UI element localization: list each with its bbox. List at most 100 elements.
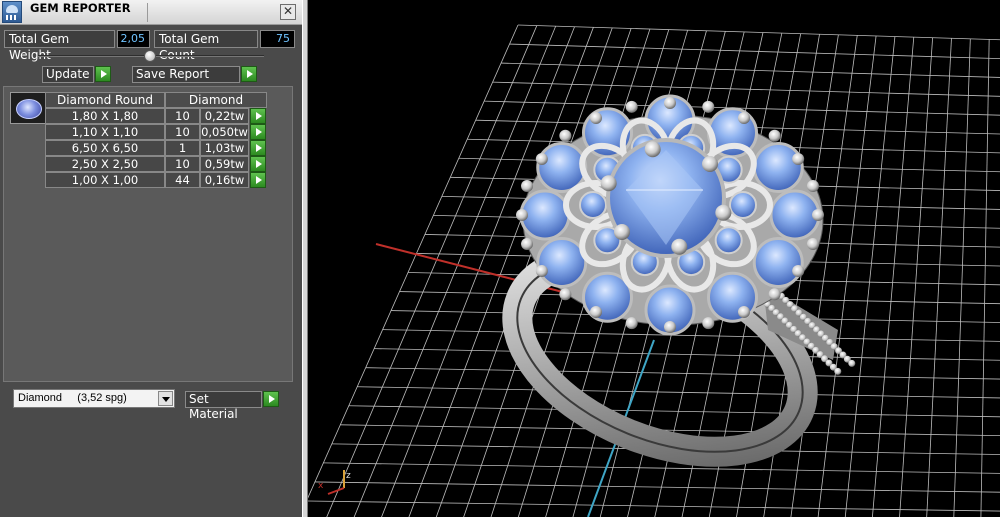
update-button[interactable]: Update — [42, 66, 94, 83]
gem-count-cell: 44 — [165, 172, 200, 188]
close-icon[interactable]: ✕ — [280, 4, 296, 20]
grid-line — [348, 405, 1000, 418]
prong-bead — [590, 305, 602, 318]
grid-line — [357, 386, 1000, 399]
gem-size-cell: 2,50 X 2,50 — [45, 156, 165, 172]
total-gem-count-value: 75 — [260, 30, 295, 48]
gem-thumbnail-icon[interactable] — [10, 92, 46, 124]
3d-viewport[interactable]: z x — [308, 0, 1000, 517]
grid-line — [382, 329, 1000, 342]
table-row[interactable]: 1,80 X 1,80 10 0,22tw — [45, 108, 267, 124]
play-arrow-icon[interactable] — [250, 108, 266, 124]
gem-weight-cell: 0,22tw — [200, 108, 249, 124]
prong-bead — [559, 288, 572, 301]
prong-bead — [812, 209, 824, 221]
side-gem — [769, 189, 821, 241]
gem-count-cell: 10 — [165, 108, 200, 124]
grid-line — [492, 81, 1000, 97]
side-gem — [752, 237, 804, 288]
gem-size-cell: 1,10 X 1,10 — [45, 124, 165, 140]
prong-bead — [625, 317, 638, 330]
side-gem — [752, 142, 804, 193]
gem-size-cell: 6,50 X 6,50 — [45, 140, 165, 156]
gem-weight-cell: 0,59tw — [200, 156, 249, 172]
prong-bead — [806, 237, 819, 250]
center-prong — [644, 141, 661, 158]
size-slider-thumb[interactable] — [144, 50, 156, 62]
play-arrow-icon[interactable] — [250, 124, 266, 140]
table-row[interactable]: 1,10 X 1,10 10 0,050tw — [45, 124, 267, 140]
prong-bead — [768, 129, 781, 142]
grid-line — [314, 481, 1000, 493]
petal-gem — [729, 191, 757, 219]
prong-bead — [664, 97, 676, 109]
play-arrow-icon[interactable] — [263, 391, 279, 407]
prong-bead — [535, 153, 548, 165]
total-gem-weight-value: 2,05 — [117, 30, 150, 48]
gem-size-cell: 1,80 X 1,80 — [45, 108, 165, 124]
prong-bead — [521, 237, 534, 250]
play-arrow-icon[interactable] — [250, 156, 266, 172]
gem-weight-cell: 0,16tw — [200, 172, 249, 188]
table-row[interactable]: 2,50 X 2,50 10 0,59tw — [45, 156, 267, 172]
app-icon — [2, 1, 22, 23]
z-axis-label: z — [346, 471, 351, 481]
gem-count-cell: 10 — [165, 124, 200, 140]
center-prong — [715, 204, 732, 221]
x-axis-label: x — [318, 481, 324, 491]
window-title: GEM REPORTER — [30, 1, 131, 15]
table-row[interactable]: 1,00 X 1,00 44 0,16tw — [45, 172, 267, 188]
grid-line — [899, 37, 934, 517]
grid-line — [872, 37, 915, 517]
grid-line — [501, 62, 1000, 78]
grid-line — [365, 367, 1000, 380]
prong-bead — [806, 180, 819, 193]
grid-line — [926, 38, 952, 517]
grid-line — [326, 25, 538, 517]
center-prong — [671, 238, 688, 255]
side-gem — [536, 237, 588, 288]
band-bead — [848, 359, 856, 367]
prong-bead — [521, 180, 534, 193]
viewport-scene: z x — [308, 24, 1000, 517]
grid-line — [374, 348, 1000, 361]
ring-model — [502, 94, 856, 467]
column-header-shape: Diamond Round — [45, 92, 165, 108]
title-separator — [147, 3, 148, 22]
total-gem-count-label: Total Gem Count — [154, 30, 258, 62]
petal-gem — [579, 191, 607, 219]
prong-bead — [516, 209, 528, 221]
play-arrow-icon[interactable] — [250, 172, 266, 188]
prong-bead — [768, 288, 781, 301]
prong-bead — [738, 305, 750, 318]
material-select[interactable]: Diamond (3,52 spg) — [13, 389, 175, 408]
play-arrow-icon[interactable] — [95, 66, 111, 82]
gem-count-cell: 1 — [165, 140, 200, 156]
grid-line — [517, 24, 1000, 41]
gem-weight-cell: 1,03tw — [200, 140, 249, 156]
grid-line — [953, 38, 971, 517]
grid-line — [844, 36, 896, 517]
save-report-button[interactable]: Save Report — [132, 66, 240, 83]
prong-bead — [664, 321, 676, 333]
gem-count-cell: 10 — [165, 156, 200, 172]
prong-bead — [559, 129, 572, 142]
play-arrow-icon[interactable] — [241, 66, 257, 82]
prong-bead — [535, 265, 548, 277]
table-row[interactable]: 6,50 X 6,50 1 1,03tw — [45, 140, 267, 156]
grid-line — [817, 35, 877, 517]
set-material-button[interactable]: Set Material — [185, 391, 262, 421]
center-prong — [600, 175, 617, 192]
play-arrow-icon[interactable] — [250, 140, 266, 156]
gem-reporter-panel: GEM REPORTER ✕ Total Gem Weight 2,05 Tot… — [0, 0, 302, 517]
total-gem-weight-label: Total Gem Weight — [4, 30, 115, 62]
prong-bead — [792, 265, 805, 277]
band-bead — [834, 367, 842, 375]
grid-line — [323, 462, 1000, 474]
prong-bead — [738, 112, 750, 125]
prong-bead — [792, 153, 805, 165]
dropdown-arrow-icon[interactable] — [158, 391, 173, 406]
grid-line — [980, 39, 990, 517]
prong-bead — [625, 100, 638, 113]
material-select-value: Diamond (3,52 spg) — [18, 392, 127, 404]
